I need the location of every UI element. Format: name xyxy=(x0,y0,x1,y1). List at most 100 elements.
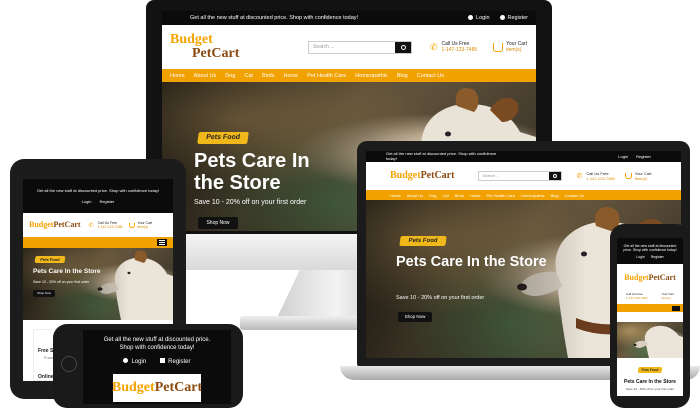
laptop-hero-title: Pets Care In the Store xyxy=(396,254,547,270)
laptop-search-button[interactable] xyxy=(549,172,562,180)
phone-port-hero-text: Pets Food Pets Care In the Store Save 10… xyxy=(617,358,683,396)
laptop-cart-icon xyxy=(624,173,632,179)
nav-home[interactable]: Home xyxy=(170,73,185,79)
search-input[interactable]: Search ... xyxy=(309,42,395,53)
phone-port-promo: Get all the new stuff at discounted pric… xyxy=(623,243,677,252)
register-link[interactable]: Register xyxy=(499,15,528,21)
search-box: Search ... xyxy=(308,40,412,54)
laptop-cart[interactable]: Your Cart item(s) xyxy=(624,171,652,181)
phone-land-lock-icon xyxy=(160,358,166,363)
phone-port-dog-photo xyxy=(633,325,683,358)
phone-land-logo: BudgetPetCart xyxy=(112,381,202,395)
login-label: Login xyxy=(476,15,490,21)
tablet-cart[interactable]: Your Cart item(s) xyxy=(128,221,152,229)
site-logo[interactable]: Budget PetCart xyxy=(170,33,290,61)
login-link[interactable]: Login xyxy=(468,15,490,21)
tablet-cart-items: item(s) xyxy=(137,225,149,229)
hero-title-line1: Pets Care In xyxy=(194,150,310,172)
phone-port-menu-icon[interactable] xyxy=(672,305,680,311)
tablet-logo-budget: Budget xyxy=(29,220,54,229)
user-icon xyxy=(468,15,474,21)
phone-landscape: Get all the new stuff at discounted pric… xyxy=(53,324,243,408)
nav-about[interactable]: About Us xyxy=(194,73,217,79)
laptop-nav-about[interactable]: About Us xyxy=(407,193,423,198)
phone-port-call: Call Us Free 1-147-123-7485 xyxy=(626,292,647,300)
tablet-call: ✆ Call Us Free 1-147-123-7485 xyxy=(89,221,123,229)
shop-now-button[interactable]: Shop Now xyxy=(198,217,238,229)
promo-text: Get all the new stuff at discounted pric… xyxy=(190,15,359,21)
phone-land-register-label: Register xyxy=(168,359,191,365)
laptop-login[interactable]: Login xyxy=(618,154,628,159)
laptop-nav-birds[interactable]: Birds xyxy=(455,193,464,198)
laptop-shop-now-button[interactable]: Shop Now xyxy=(398,312,432,322)
tablet-logo[interactable]: BudgetPetCart xyxy=(29,221,81,229)
tablet-login[interactable]: Login xyxy=(82,199,92,204)
search-button[interactable] xyxy=(395,41,411,53)
nav-pet-health[interactable]: Pet Health Care xyxy=(307,73,346,79)
laptop-nav: Home About Us Dog Cat Birds Horse Pet He… xyxy=(366,190,681,200)
cart-icon xyxy=(493,42,504,52)
laptop-logo-petcart: PetCart xyxy=(420,170,455,181)
phone-land-register[interactable]: Register xyxy=(160,358,191,365)
phone-portrait-screen: Get all the new stuff at discounted pric… xyxy=(617,238,683,396)
tablet-hero-tag: Pets Food xyxy=(34,256,66,263)
phone-land-promo-line2: Shop with confidence today! xyxy=(119,345,195,351)
laptop-hero-title-line2: the Store xyxy=(483,254,547,270)
laptop-phone-icon: ✆ xyxy=(576,173,583,180)
laptop-logo[interactable]: BudgetPetCart xyxy=(390,171,454,181)
nav-birds[interactable]: Birds xyxy=(262,73,275,79)
laptop-register[interactable]: Register xyxy=(636,154,651,159)
phone-port-auth: Login Register xyxy=(636,255,664,259)
nav-homeopathic[interactable]: Homeopathic xyxy=(355,73,387,79)
search-icon xyxy=(400,44,406,50)
register-label: Register xyxy=(507,15,528,21)
phone-land-logo-box[interactable]: BudgetPetCart xyxy=(112,374,202,402)
phone-port-call-number: 1-147-123-7485 xyxy=(626,296,648,300)
laptop-logo-budget: Budget xyxy=(390,170,421,181)
tablet-promo: Get all the new stuff at discounted pric… xyxy=(36,188,160,193)
auth-links: Login Register xyxy=(468,15,528,21)
call-number: 1-147-123-7485 xyxy=(441,47,478,53)
nav-dog[interactable]: Dog xyxy=(225,73,235,79)
menu-toggle-button[interactable] xyxy=(157,239,167,246)
hero-subtitle: Save 10 - 20% off on your first order xyxy=(194,199,307,206)
phone-land-login-label: Login xyxy=(131,359,147,365)
laptop-nav-cat[interactable]: Cat xyxy=(442,193,448,198)
phone-port-login[interactable]: Login xyxy=(636,255,645,259)
nav-blog[interactable]: Blog xyxy=(397,73,408,79)
nav-contact[interactable]: Contact Us xyxy=(417,73,444,79)
laptop-nav-homeopathic[interactable]: Homeopathic xyxy=(521,193,545,198)
laptop-hero-title-line1: Pets Care In xyxy=(396,254,480,270)
main-nav: Home About Us Dog Cat Birds Horse Pet He… xyxy=(162,69,536,82)
phone-land-promo: Get all the new stuff at discounted pric… xyxy=(83,336,231,352)
tablet-shop-now-button[interactable]: Shop Now xyxy=(33,290,55,297)
tablet-hero: Pets Food Pets Care In the Store Save 10… xyxy=(23,248,173,320)
laptop-nav-dog[interactable]: Dog xyxy=(429,193,436,198)
cart-widget[interactable]: Your Cart item(s) xyxy=(493,41,527,53)
laptop-cart-items: item(s) xyxy=(634,176,648,181)
phone-land-login[interactable]: Login xyxy=(123,358,146,365)
phone-port-cart[interactable]: Your Cart item(s) xyxy=(661,292,674,300)
phone-port-hero-title: Pets Care In the Store xyxy=(624,379,676,385)
phone-port-info: Call Us Free 1-147-123-7485 Your Cart item… xyxy=(617,292,683,300)
tablet-register[interactable]: Register xyxy=(99,199,114,204)
laptop-nav-contact[interactable]: Contact Us xyxy=(565,193,585,198)
laptop-nav-blog[interactable]: Blog xyxy=(551,193,559,198)
tablet-auth: Login Register xyxy=(82,199,115,204)
phone-port-logo-budget: Budget xyxy=(624,273,649,282)
hero-tag: Pets Food xyxy=(197,132,249,144)
tablet-nav xyxy=(23,237,173,248)
phone-port-register[interactable]: Register xyxy=(651,255,664,259)
nav-horse[interactable]: Horse xyxy=(283,73,298,79)
laptop-nav-home[interactable]: Home xyxy=(390,193,401,198)
cart-items: item(s) xyxy=(506,47,522,53)
logo-petcart: PetCart xyxy=(192,46,240,61)
phone-port-logo[interactable]: BudgetPetCart xyxy=(624,274,676,282)
laptop-search-input[interactable]: Search ... xyxy=(479,172,549,180)
laptop-nav-horse[interactable]: Horse xyxy=(470,193,481,198)
phone-port-hero-tag: Pets Food xyxy=(637,367,663,373)
hero-title-line2: the Store xyxy=(194,172,281,195)
laptop-nav-pet-health[interactable]: Pet Health Care xyxy=(487,193,515,198)
nav-cat[interactable]: Cat xyxy=(244,73,253,79)
phone-port-hero-image xyxy=(617,322,683,358)
